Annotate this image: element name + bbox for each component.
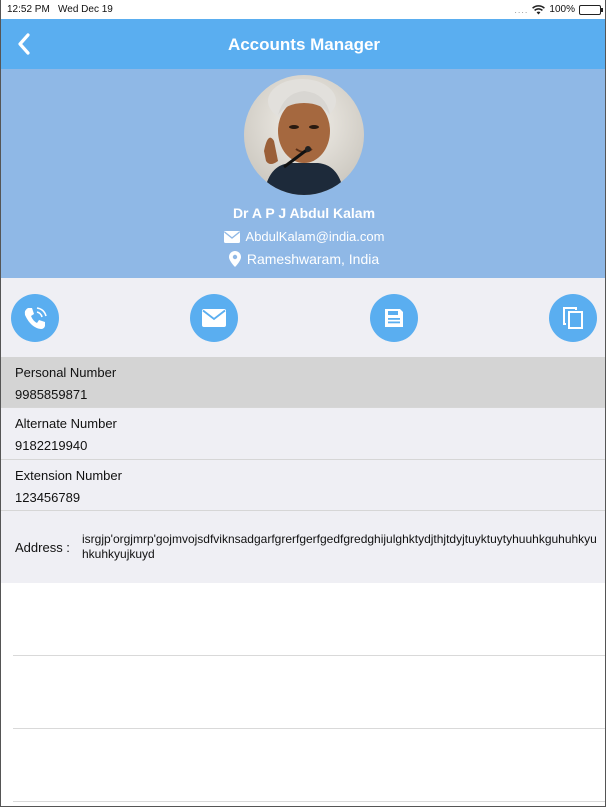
email-button[interactable] [190,294,238,342]
copy-icon [563,307,583,329]
status-date: Wed Dec 19 [58,4,113,15]
field-value: 9985859871 [15,387,88,402]
page-title: Accounts Manager [227,35,381,54]
profile-location: Rameshwaram, India [1,251,605,267]
phone-icon [24,307,47,329]
signal-icon: .... [514,4,529,15]
field-label: Alternate Number [15,416,117,431]
status-bar: 12:52 PM Wed Dec 19 .... 100% [1,0,605,19]
address-label: Address : [15,540,70,555]
status-indicators: .... 100% [514,4,603,15]
field-value: 123456789 [15,490,81,505]
table-separator [13,655,605,656]
field-label: Personal Number [15,365,117,380]
profile-name: Dr A P J Abdul Kalam [232,205,376,221]
copy-button[interactable] [549,294,597,342]
field-label: Extension Number [15,468,122,483]
location-text: Rameshwaram, India [246,251,380,267]
call-button[interactable] [11,294,59,342]
avatar [244,75,364,195]
mail-icon [202,309,226,327]
table-separator [13,728,605,729]
personal-number-row[interactable]: Personal Number 9985859871 [1,357,605,408]
field-value: 9182219940 [15,438,88,453]
save-icon [385,309,403,327]
extension-number-row[interactable]: Extension Number 123456789 [1,460,605,511]
address-row[interactable]: Address : isrgjp'orgjmrp'gojmvojsdfvikns… [1,511,605,583]
action-bar [1,278,605,357]
status-time: 12:52 PM [7,4,50,15]
address-value: isrgjp'orgjmrp'gojmvojsdfviknsadgarfgrer… [82,532,597,561]
app-window: 12:52 PM Wed Dec 19 .... 100% Accounts M… [0,0,606,807]
table-separator [13,801,605,802]
navigation-bar: Accounts Manager [1,19,605,69]
wifi-icon [532,4,546,14]
envelope-icon [223,230,240,243]
profile-header: Dr A P J Abdul Kalam AbdulKalam@india.co… [1,69,605,278]
profile-email: AbdulKalam@india.com [1,229,605,244]
battery-icon [579,4,603,15]
save-button[interactable] [370,294,418,342]
email-text: AbdulKalam@india.com [245,229,385,244]
battery-percent: 100% [549,4,575,15]
map-pin-icon [228,251,241,267]
alternate-number-row[interactable]: Alternate Number 9182219940 [1,408,605,460]
